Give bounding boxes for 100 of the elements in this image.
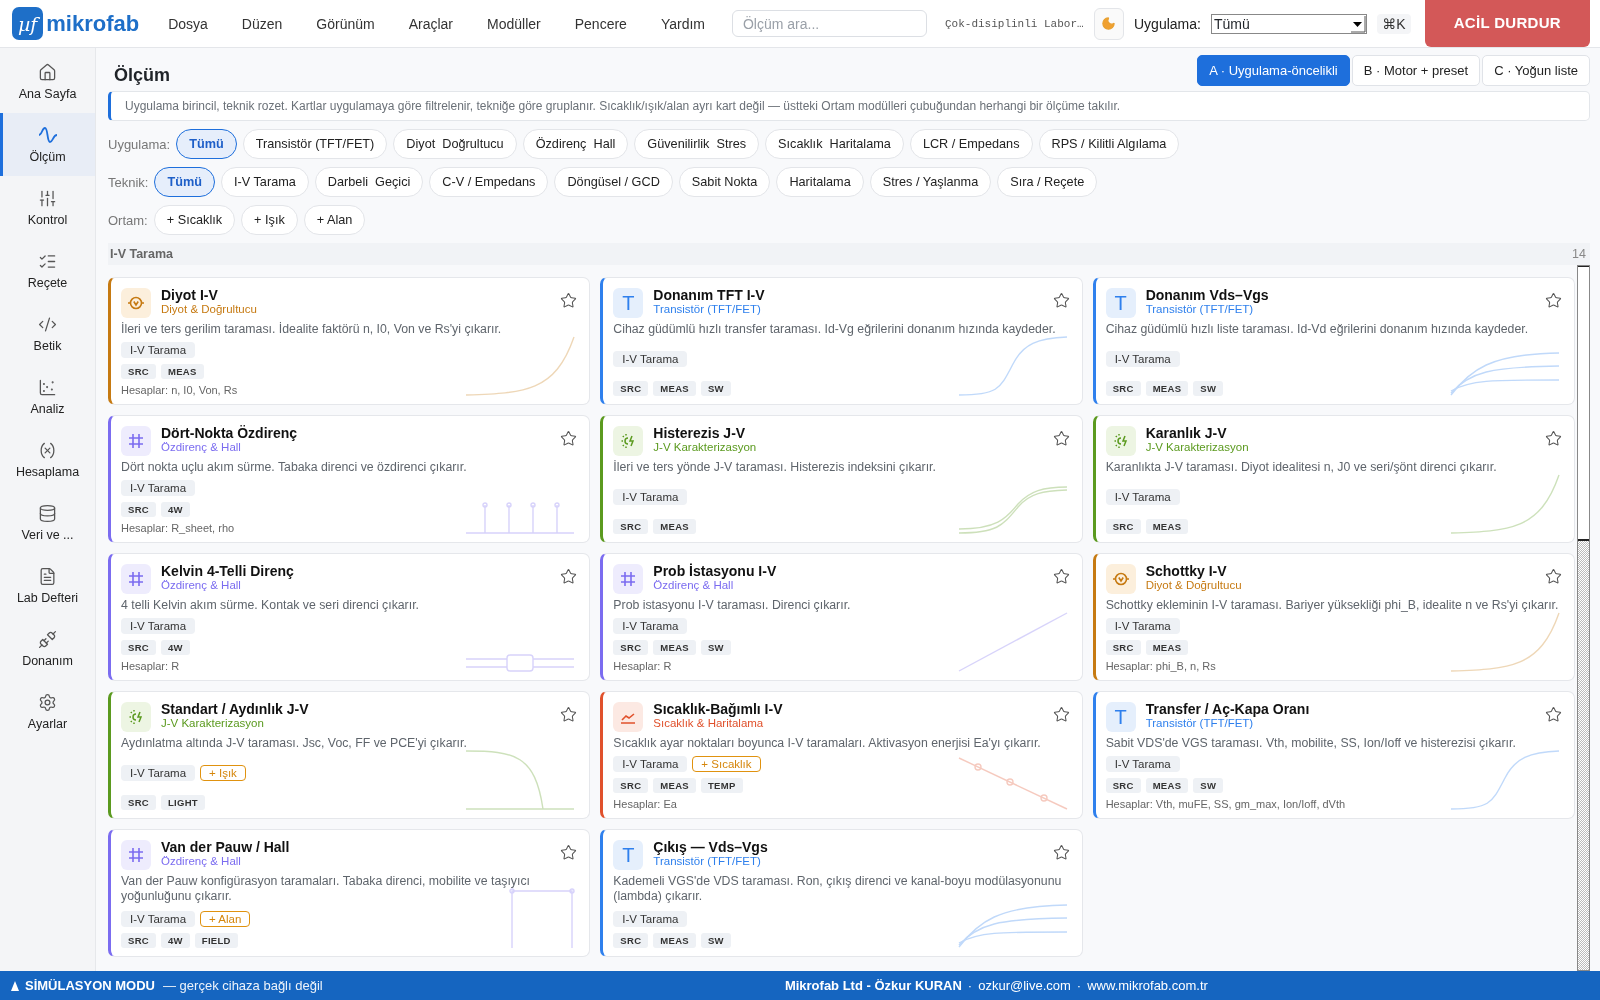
capability-tag: SW [700,381,731,396]
mode-note: — gerçek cihaza bağlı değil [163,978,323,993]
layout-tab[interactable]: B · Motor + preset [1351,55,1481,86]
measurement-card[interactable]: Standart / Aydınlık J-V J-V Karakterizasyon Aydınlatma altında J-V taraması. Jsc, Voc, FF ve PCE'yi çıkarır. I-V Tarama + Işık SRC LIGHT [108,691,591,819]
filter-chip[interactable]: RPS / Kilitli Algılama [1038,129,1180,159]
favorite-star-button[interactable] [1052,706,1070,723]
measurement-card[interactable]: Diyot I-V Diyot & Doğrultucu İleri ve ters gerilim taraması. İdealite faktörü n, I0, Von ve Rs'yi çıkarır. I-V Tarama SRC MEAS Hesaplar: n, I0, Von, Rs [108,277,591,405]
layout-tab[interactable]: A · Uygulama-öncelikli [1197,55,1350,86]
sidebar-item[interactable]: Ana Sayfa [0,50,95,113]
calc-list: Hesaplar: Ea [613,798,677,810]
measurement-card[interactable]: Kelvin 4-Telli Direnç Özdirenç & Hall 4 telli Kelvin akım sürme. Kontak ve seri direnci çıkarır. I-V Tarama SRC 4W Hesaplar: R [108,553,591,681]
search-field[interactable]: Ölçüm ara... [732,10,927,37]
sidebar-item[interactable]: Analiz [0,365,95,428]
menu-item[interactable]: Yardım [643,15,722,32]
favorite-star-button[interactable] [1052,430,1070,447]
measurement-card[interactable]: Sıcaklık-Bağımlı I-V Sıcaklık & Haritalama Sıcaklık ayar noktaları boyunca I-V taramaları. Aktivasyon enerjisi Ea'yı çıkarır. I-V Tarama + Sıcaklık SRC MEAS TEMP Hesaplar: Ea [600,691,1083,819]
layout-tab[interactable]: C · Yoğun liste [1482,55,1590,86]
favorite-star-button[interactable] [560,568,578,585]
sidebar-item[interactable]: Betik [0,302,95,365]
favorite-star-button[interactable] [1545,292,1562,309]
measurement-card[interactable]: Dört-Nokta Özdirenç Özdirenç & Hall Dört nokta uçlu akım sürme. Tabaka direnci ve özdirenci çıkarır. I-V Tarama SRC 4W Hesaplar: R_sheet, rho [108,415,591,543]
calc-list: Hesaplar: R_sheet, rho [121,522,235,534]
filter-chip[interactable]: Güvenilirlik Stres [634,129,760,159]
favorite-star-button[interactable] [1052,844,1070,861]
capability-tag: SRC [121,933,156,948]
filter-chip[interactable]: Darbeli Geçici [314,167,424,197]
card-title: Donanım Vds–Vgs [1145,287,1270,303]
menu-item[interactable]: Modüller [470,15,558,32]
sidebar-item[interactable]: Ölçüm [0,113,95,176]
filter-chip[interactable]: I-V Tarama [221,167,309,197]
sidebar-item[interactable]: Reçete [0,239,95,302]
capability-tag: MEAS [653,639,696,655]
menu-item[interactable]: Dosya [151,15,225,32]
filter-chip[interactable]: Sıra / Reçete [997,167,1098,197]
filter-chip[interactable]: Diyot Doğrultucu [393,129,517,159]
measurement-card[interactable]: Schottky I-V Diyot & Doğrultucu Schottky ekleminin I-V taraması. Bariyer yüksekliği phi_B, idealite n ve Rs'yi çıkarır. I-V Tarama SRC MEAS Hesaplar: phi_B, n, Rs [1092,553,1575,681]
sidebar-item[interactable]: Kontrol [0,176,95,239]
measurement-card[interactable]: T Donanım TFT I-V Transistör (TFT/FET) Cihaz güdümlü hızlı transfer taraması. Id-Vg eğrilerini donanım hızında kaydeder. I-V Tarama SRC MEAS SW [600,277,1083,405]
favorite-star-button[interactable] [1052,568,1070,585]
filter-chip[interactable]: C-V / Empedans [429,167,549,197]
filter-chip[interactable]: Stres / Yaşlanma [869,167,992,197]
capability-tag: MEAS [1145,777,1189,793]
capability-tag: MEAS [1145,639,1189,655]
sidebar-item[interactable]: Veri ve ... [0,491,95,554]
measurement-card[interactable]: T Transfer / Aç-Kapa Oranı Transistör (TFT/FET) Sabit VDS'de VGS taraması. Vth, mobilite, SS, Ion/Ioff ve histerezisi çıkarır. I-V Tarama SRC MEAS SW Hesaplar: Vth, muFE, SS, gm_max, Ion/Ioff, dVth [1092,691,1575,819]
favorite-star-button[interactable] [1545,430,1562,447]
info-banner: Uygulama birincil, teknik rozet. Kartlar uygulamaya göre filtrelenir, tekniğe göre gruplanır. Sıcaklık/ışık/alan ayrı kart değil — üstteki Ortam modülleri çubuğundan herhangi bir ölçüme takılır. [108,91,1590,121]
filter-chip[interactable]: Haritalama [776,167,864,197]
card-category: Özdirenç & Hall [161,441,242,453]
filter-chip[interactable]: + Alan [303,205,366,235]
capability-tag: SRC [121,795,156,810]
menu-item[interactable]: Düzen [224,15,300,32]
emergency-stop-button[interactable]: ACİL DURDUR [1424,0,1590,47]
filter-chip[interactable]: Tümü [154,167,215,197]
measurement-card[interactable]: Histerezis J-V J-V Karakterizasyon İleri ve ters yönde J-V taraması. Histerezis indeksini çıkarır. I-V Tarama SRC MEAS [600,415,1083,543]
filter-chip[interactable]: Tümü [176,129,237,159]
menu-item[interactable]: Araçlar [391,15,471,32]
measurement-card[interactable]: T Donanım Vds–Vgs Transistör (TFT/FET) Cihaz güdümlü hızlı liste taraması. Id-Vd eğrilerini donanım hızında kaydeder. I-V Tarama SRC MEAS SW [1092,277,1575,405]
favorite-star-button[interactable] [560,706,578,723]
app-select[interactable]: Tümü [1210,13,1368,34]
measurement-card[interactable]: Van der Pauw / Hall Özdirenç & Hall Van der Pauw konfigürasyon taramaları. Tabaka direnci, mobilite ve taşıyıcı yoğunluğunu çıkarır. I-V Tarama + Alan SRC 4W FIELD [108,829,591,957]
scrollbar[interactable] [1577,265,1590,971]
sidebar-item[interactable]: Lab Defteri [0,554,95,617]
favorite-star-button[interactable] [1545,568,1562,585]
filter-chip[interactable]: + Sıcaklık [153,205,236,235]
filter-chip[interactable]: Transistör (TFT/FET) [242,129,388,159]
technique-tag: I-V Tarama [121,342,196,359]
favorite-star-button[interactable] [1052,292,1070,309]
technique-tag: I-V Tarama [121,480,196,497]
filter-chip[interactable]: Özdirenç Hall [522,129,629,159]
card-description: Van der Pauw konfigürasyon taramaları. Tabaka direnci, mobilite ve taşıyıcı yoğunluğunu çıkarır. [121,874,531,904]
filter-chip[interactable]: Döngüsel / GCD [554,167,673,197]
menu-item[interactable]: Pencere [557,15,644,32]
filter-label: Ortam: [108,212,148,228]
menu-item[interactable]: Görünüm [299,15,392,32]
filter-chip[interactable]: + Işık [241,205,298,235]
diode-icon [121,288,151,318]
sidebar-item[interactable]: Donanım [0,617,95,680]
measurement-card[interactable]: Karanlık J-V J-V Karakterizasyon Karanlıkta J-V taraması. Diyot idealitesi n, J0 ve seri/şönt direnci çıkarır. I-V Tarama SRC MEAS [1092,415,1575,543]
email-link[interactable]: ozkur@live.com [978,978,1071,993]
lab-name: Çok-disiplinli Labor… [945,17,1084,30]
favorite-star-button[interactable] [560,430,578,447]
filter-chip[interactable]: Sıcaklık Haritalama [765,129,904,159]
filter-label: Uygulama: [108,136,171,152]
filter-chip[interactable]: LCR / Empedans [909,129,1033,159]
filter-chip[interactable]: Sabit Nokta [678,167,771,197]
measurement-card[interactable]: T Çıkış — Vds–Vgs Transistör (TFT/FET) Kademeli VGS'de VDS taraması. Ron, çıkış direnci ve kanal-boyu modülasyonunu (lambda) çıkarır. I-V Tarama SRC MEAS SW [600,829,1083,957]
transistor-icon: T [613,840,644,870]
favorite-star-button[interactable] [560,844,578,861]
card-description: 4 telli Kelvin akım sürme. Kontak ve seri direnci çıkarır. [121,598,420,613]
sidebar-item[interactable]: Ayarlar [0,680,95,743]
section-title: I-V Tarama [110,247,173,261]
website-link[interactable]: www.mikrofab.com.tr [1087,978,1208,993]
favorite-star-button[interactable] [560,292,578,309]
favorite-star-button[interactable] [1545,706,1562,723]
capability-tag: SRC [1105,777,1141,793]
measurement-card[interactable]: Prob İstasyonu I-V Özdirenç & Hall Prob istasyonu I-V taraması. Direnci çıkarır. I-V Tarama SRC MEAS SW Hesaplar: R [600,553,1083,681]
card-description: İleri ve ters yönde J-V taraması. Histerezis indeksini çıkarır. [613,460,937,475]
sidebar-item[interactable]: Hesaplama [0,428,95,491]
card-title: Donanım TFT I-V [653,287,766,303]
